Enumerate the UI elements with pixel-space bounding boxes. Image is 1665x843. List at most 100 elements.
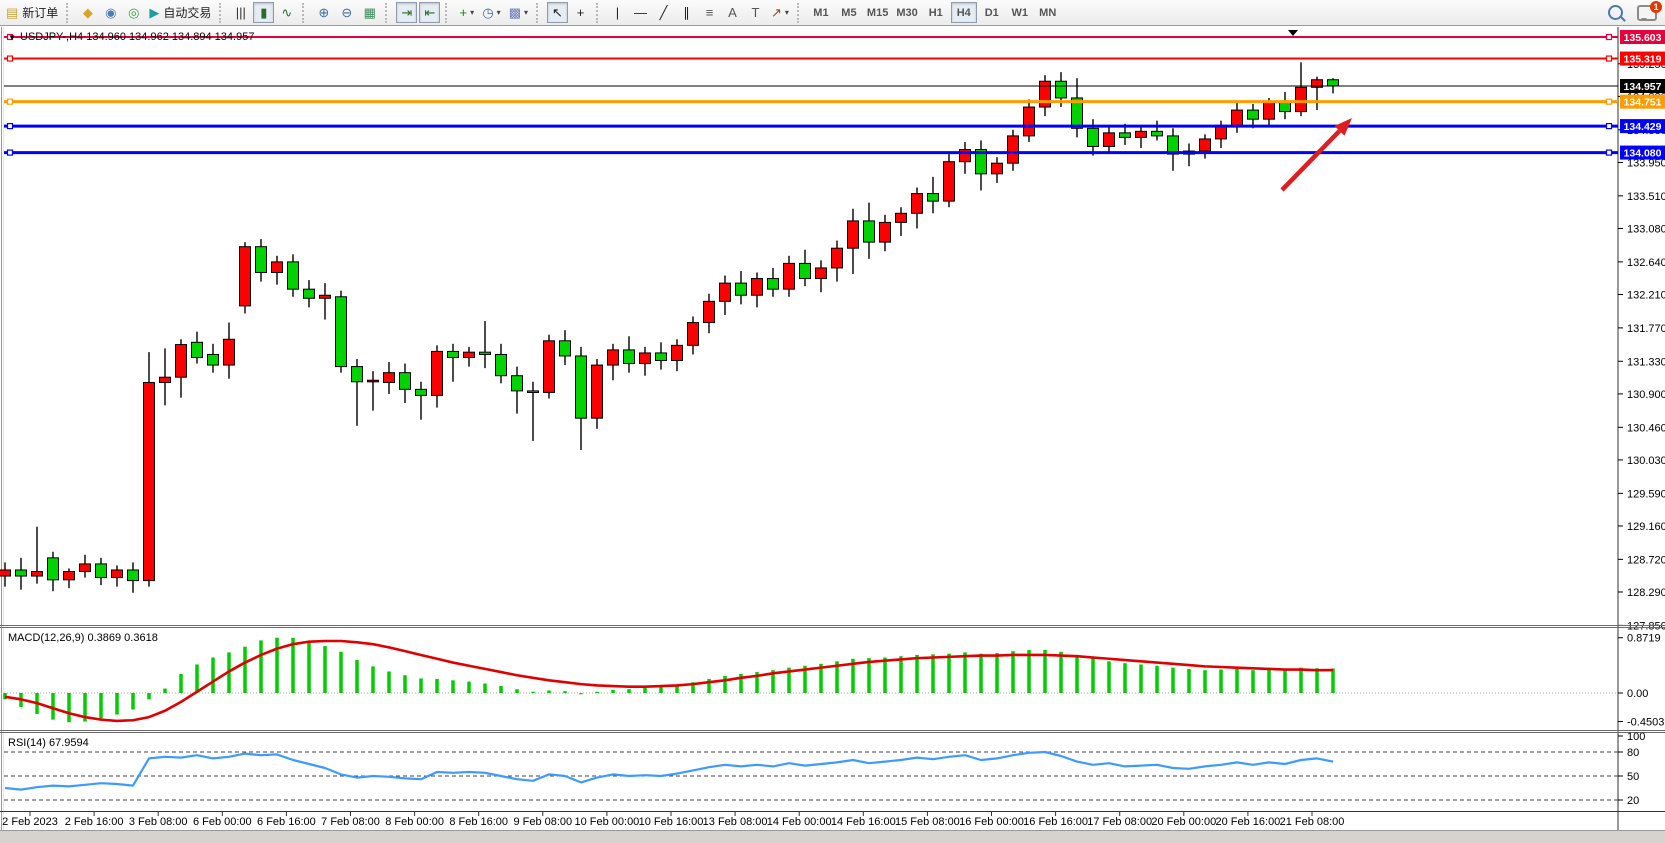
zoom-in-button[interactable]: ⊕ bbox=[313, 2, 334, 23]
svg-text:132.640: 132.640 bbox=[1627, 257, 1665, 269]
toolbar-separator bbox=[219, 3, 225, 23]
auto-scroll-button[interactable]: ⇥ bbox=[396, 2, 417, 23]
svg-text:16 Feb 00:00: 16 Feb 00:00 bbox=[959, 816, 1024, 828]
search-icon[interactable] bbox=[1608, 5, 1623, 20]
zoom-out-button[interactable]: ⊖ bbox=[336, 2, 357, 23]
timeframe-m15-button[interactable]: M15 bbox=[864, 2, 891, 23]
toolbar: ▤新订单◆◉◎▶自动交易|||▮∿⊕⊖▦⇥⇤+▾◷▾▩▾↖+|—╱∥≡AT↗▾M… bbox=[0, 0, 1665, 26]
chart-canvas[interactable]: 135.250134.820134.380133.950133.510133.0… bbox=[0, 26, 1665, 831]
zoom-out-icon: ⊖ bbox=[341, 6, 352, 19]
toolbar-separator bbox=[445, 3, 451, 23]
macd-pane[interactable]: 0.87190.00-0.4503MACD(12,26,9) 0.3869 0.… bbox=[4, 632, 1664, 729]
new-order-button[interactable]: ▤新订单 bbox=[3, 2, 61, 23]
vertical-line-icon: | bbox=[616, 6, 619, 19]
signals-button[interactable]: ◎ bbox=[123, 2, 144, 23]
timeframe-d1-button[interactable]: D1 bbox=[979, 2, 1005, 23]
market-button[interactable]: ◆ bbox=[77, 2, 98, 23]
timeframe-w1-button[interactable]: W1 bbox=[1007, 2, 1033, 23]
community-button[interactable]: ◉ bbox=[100, 2, 121, 23]
svg-text:17 Feb 08:00: 17 Feb 08:00 bbox=[1087, 816, 1152, 828]
horizontal-line-button[interactable]: — bbox=[630, 2, 651, 23]
svg-text:132.210: 132.210 bbox=[1627, 289, 1665, 301]
svg-text:20 Feb 00:00: 20 Feb 00:00 bbox=[1151, 816, 1216, 828]
timeframe-m30-button[interactable]: M30 bbox=[893, 2, 920, 23]
svg-text:2 Feb 16:00: 2 Feb 16:00 bbox=[65, 816, 124, 828]
svg-text:133.510: 133.510 bbox=[1627, 191, 1665, 203]
vertical-line-button[interactable]: | bbox=[607, 2, 628, 23]
svg-text:2 Feb 2023: 2 Feb 2023 bbox=[2, 816, 58, 828]
add-indicator-button[interactable]: +▾ bbox=[456, 2, 477, 23]
timeframe-m1-button[interactable]: M1 bbox=[808, 2, 834, 23]
svg-text:21 Feb 08:00: 21 Feb 08:00 bbox=[1280, 816, 1345, 828]
time-axis[interactable]: 2 Feb 20232 Feb 16:003 Feb 08:006 Feb 00… bbox=[0, 812, 1665, 829]
chart-shift-button[interactable]: ⇤ bbox=[419, 2, 440, 23]
toolbar-separator bbox=[596, 3, 602, 23]
chart-shift-marker[interactable] bbox=[1288, 30, 1298, 36]
svg-text:3 Feb 08:00: 3 Feb 08:00 bbox=[129, 816, 188, 828]
svg-text:0.8719: 0.8719 bbox=[1627, 633, 1661, 645]
chevron-down-icon: ▾ bbox=[470, 8, 474, 17]
bar-chart-button[interactable]: ||| bbox=[230, 2, 251, 23]
line-chart-button[interactable]: ∿ bbox=[276, 2, 297, 23]
arrows-button[interactable]: ↗▾ bbox=[768, 2, 792, 23]
svg-text:128.720: 128.720 bbox=[1627, 554, 1665, 566]
svg-text:10 Feb 16:00: 10 Feb 16:00 bbox=[639, 816, 704, 828]
svg-text:129.590: 129.590 bbox=[1627, 488, 1665, 500]
clock-icon: ◷ bbox=[482, 6, 493, 19]
svg-text:0.00: 0.00 bbox=[1627, 688, 1648, 700]
toolbar-separator bbox=[66, 3, 72, 23]
text-icon: A bbox=[728, 6, 737, 19]
timeframe-h1-button[interactable]: H1 bbox=[923, 2, 949, 23]
trendline-button[interactable]: ╱ bbox=[653, 2, 674, 23]
periods-button[interactable]: ◷▾ bbox=[479, 2, 503, 23]
auto-scroll-icon: ⇥ bbox=[401, 6, 412, 19]
svg-text:20 Feb 16:00: 20 Feb 16:00 bbox=[1215, 816, 1280, 828]
profile-icon: ◉ bbox=[105, 6, 116, 19]
text-button[interactable]: A bbox=[722, 2, 743, 23]
symbol-collapse-icon: ▼ bbox=[8, 33, 16, 42]
bar-chart-icon: ||| bbox=[236, 6, 246, 19]
notifications-icon[interactable]: 1 bbox=[1637, 5, 1657, 21]
candles bbox=[0, 62, 1339, 592]
hline-134.429[interactable]: 134.429 bbox=[4, 119, 1665, 133]
candlestick-icon: ▮ bbox=[260, 6, 267, 19]
tile-windows-icon: ▦ bbox=[364, 6, 376, 19]
svg-text:135.603: 135.603 bbox=[1624, 32, 1662, 44]
new-order-icon: ▤ bbox=[6, 6, 18, 19]
autotrading-button[interactable]: ▶自动交易 bbox=[146, 2, 214, 23]
candlestick-chart-button[interactable]: ▮ bbox=[253, 2, 274, 23]
hline-134.751[interactable]: 134.751 bbox=[4, 95, 1665, 109]
crosshair-button[interactable]: + bbox=[570, 2, 591, 23]
svg-text:6 Feb 16:00: 6 Feb 16:00 bbox=[257, 816, 316, 828]
timeframe-h4-button[interactable]: H4 bbox=[951, 2, 977, 23]
timeframe-mn-button[interactable]: MN bbox=[1035, 2, 1061, 23]
chevron-down-icon: ▾ bbox=[497, 8, 501, 17]
hline-135.319[interactable]: 135.319 bbox=[4, 52, 1665, 66]
svg-text:133.080: 133.080 bbox=[1627, 223, 1665, 235]
timeframe-m5-button[interactable]: M5 bbox=[836, 2, 862, 23]
cursor-button[interactable]: ↖ bbox=[547, 2, 568, 23]
templates-button[interactable]: ▩▾ bbox=[506, 2, 531, 23]
gold-market-icon: ◆ bbox=[83, 6, 93, 19]
svg-text:14 Feb 00:00: 14 Feb 00:00 bbox=[767, 816, 832, 828]
svg-text:134.080: 134.080 bbox=[1624, 148, 1662, 160]
svg-text:50: 50 bbox=[1627, 771, 1639, 783]
svg-text:14 Feb 16:00: 14 Feb 16:00 bbox=[831, 816, 896, 828]
svg-text:9 Feb 08:00: 9 Feb 08:00 bbox=[513, 816, 572, 828]
toolbar-separator bbox=[302, 3, 308, 23]
rsi-pane[interactable]: 100805020RSI(14) 67.9594 bbox=[4, 731, 1645, 807]
fibonacci-button[interactable]: ≡ bbox=[699, 2, 720, 23]
svg-text:8 Feb 16:00: 8 Feb 16:00 bbox=[449, 816, 508, 828]
autotrading-button-label: 自动交易 bbox=[163, 4, 211, 21]
notification-badge: 1 bbox=[1650, 1, 1662, 13]
chevron-down-icon: ▾ bbox=[785, 8, 789, 17]
svg-text:134.751: 134.751 bbox=[1624, 97, 1662, 109]
signal-icon: ◎ bbox=[128, 6, 139, 19]
text-label-button[interactable]: T bbox=[745, 2, 766, 23]
svg-text:100: 100 bbox=[1627, 731, 1645, 743]
channel-button[interactable]: ∥ bbox=[676, 2, 697, 23]
hline-134.080[interactable]: 134.080 bbox=[4, 146, 1665, 160]
tile-windows-button[interactable]: ▦ bbox=[359, 2, 380, 23]
line-chart-icon: ∿ bbox=[281, 6, 292, 19]
toolbar-separator bbox=[536, 3, 542, 23]
